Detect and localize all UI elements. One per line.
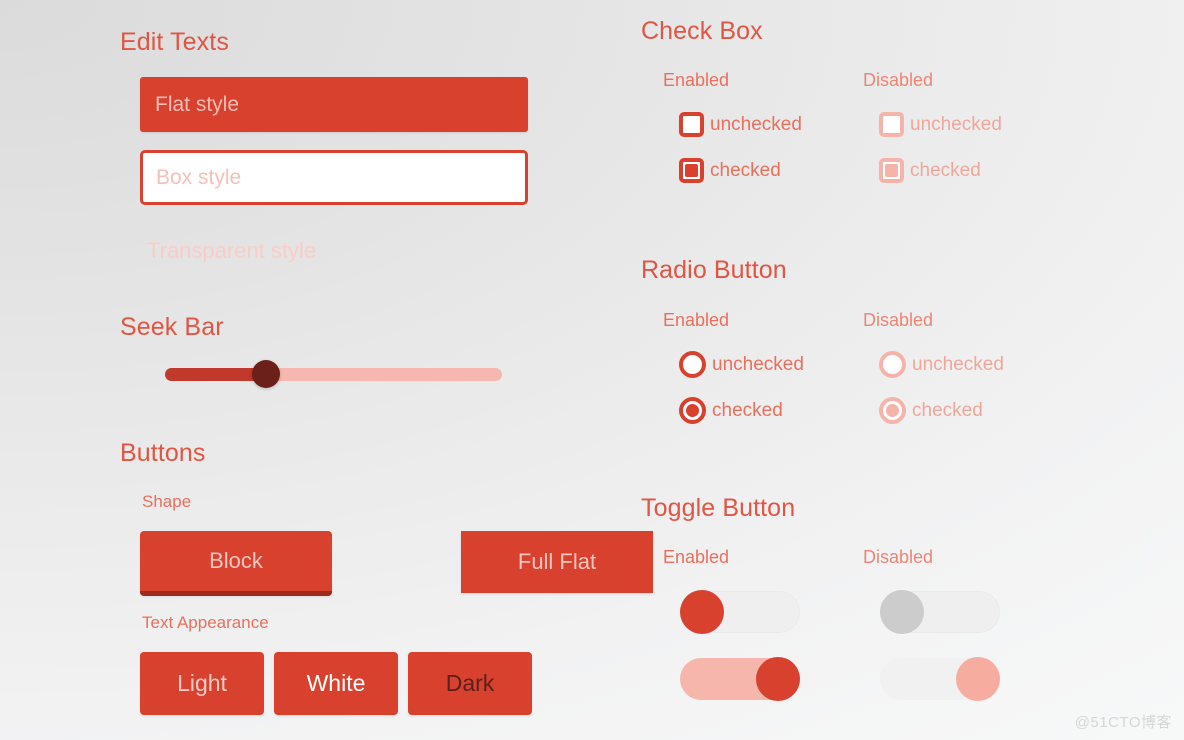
edit-text-transparent-style[interactable] xyxy=(147,232,527,270)
check-box-enabled-unchecked[interactable]: unchecked xyxy=(679,112,802,137)
section-title-edit-texts: Edit Texts xyxy=(120,28,229,56)
radio-unchecked-icon[interactable] xyxy=(679,351,706,378)
radio-button-enabled-unchecked[interactable]: unchecked xyxy=(679,351,804,378)
radio-button-disabled-header: Disabled xyxy=(863,310,934,330)
button-text-white[interactable]: White xyxy=(274,652,398,715)
section-title-check-box: Check Box xyxy=(641,17,763,45)
toggle-thumb xyxy=(880,590,924,634)
checkbox-unchecked-icon xyxy=(879,112,904,137)
radio-dot xyxy=(686,404,699,417)
check-box-enabled-checked[interactable]: checked xyxy=(679,158,781,183)
check-box-enabled-header: Enabled xyxy=(663,70,730,90)
check-box-disabled-checked: checked xyxy=(879,158,981,183)
edit-text-box-style[interactable] xyxy=(140,150,528,205)
radio-button-disabled-unchecked: unchecked xyxy=(879,351,1004,378)
check-box-label: unchecked xyxy=(910,114,1002,135)
radio-checked-icon[interactable] xyxy=(679,397,706,424)
button-text-light[interactable]: Light xyxy=(140,652,264,715)
edit-text-flat-style[interactable] xyxy=(140,77,528,132)
radio-button-enabled-checked[interactable]: checked xyxy=(679,397,783,424)
section-title-toggle-button: Toggle Button xyxy=(641,494,796,522)
check-box-label: checked xyxy=(910,160,981,181)
toggle-button-disabled-header: Disabled xyxy=(863,547,934,567)
radio-dot xyxy=(886,404,899,417)
watermark: @51CTO博客 xyxy=(1074,714,1172,731)
seek-bar-thumb[interactable] xyxy=(252,360,281,388)
radio-button-disabled-checked: checked xyxy=(879,397,983,424)
label-shape: Shape xyxy=(142,492,192,511)
radio-button-label: unchecked xyxy=(912,354,1004,375)
check-box-disabled-header: Disabled xyxy=(863,70,934,90)
check-box-disabled-unchecked: unchecked xyxy=(879,112,1002,137)
checkbox-checked-icon[interactable] xyxy=(679,158,704,183)
checkbox-fill xyxy=(685,164,698,177)
radio-button-enabled-header: Enabled xyxy=(663,310,730,330)
radio-checked-icon xyxy=(879,397,906,424)
button-block[interactable]: Block xyxy=(140,531,332,596)
checkbox-unchecked-icon[interactable] xyxy=(679,112,704,137)
toggle-enabled-off[interactable] xyxy=(680,590,800,634)
button-text-dark[interactable]: Dark xyxy=(408,652,532,715)
section-title-seek-bar: Seek Bar xyxy=(120,313,224,341)
checkbox-fill xyxy=(885,164,898,177)
app-canvas: Edit Texts Seek Bar Buttons Shape Block … xyxy=(0,0,1184,740)
label-text-appearance: Text Appearance xyxy=(142,613,269,632)
checkbox-checked-icon xyxy=(879,158,904,183)
seek-bar-slider[interactable] xyxy=(165,360,502,388)
radio-button-label: checked xyxy=(912,400,983,421)
toggle-button-enabled-header: Enabled xyxy=(663,547,730,567)
check-box-label: checked xyxy=(710,160,781,181)
toggle-enabled-on[interactable] xyxy=(680,657,800,701)
check-box-label: unchecked xyxy=(710,114,802,135)
seek-bar-fill xyxy=(165,368,267,381)
toggle-thumb[interactable] xyxy=(680,590,724,634)
toggle-disabled-off xyxy=(880,590,1000,634)
section-title-buttons: Buttons xyxy=(120,439,206,467)
toggle-disabled-on xyxy=(880,657,1000,701)
radio-button-label: unchecked xyxy=(712,354,804,375)
toggle-thumb xyxy=(956,657,1000,701)
radio-button-label: checked xyxy=(712,400,783,421)
toggle-thumb[interactable] xyxy=(756,657,800,701)
radio-unchecked-icon xyxy=(879,351,906,378)
button-full-flat[interactable]: Full Flat xyxy=(461,531,653,593)
section-title-radio-button: Radio Button xyxy=(641,256,787,284)
